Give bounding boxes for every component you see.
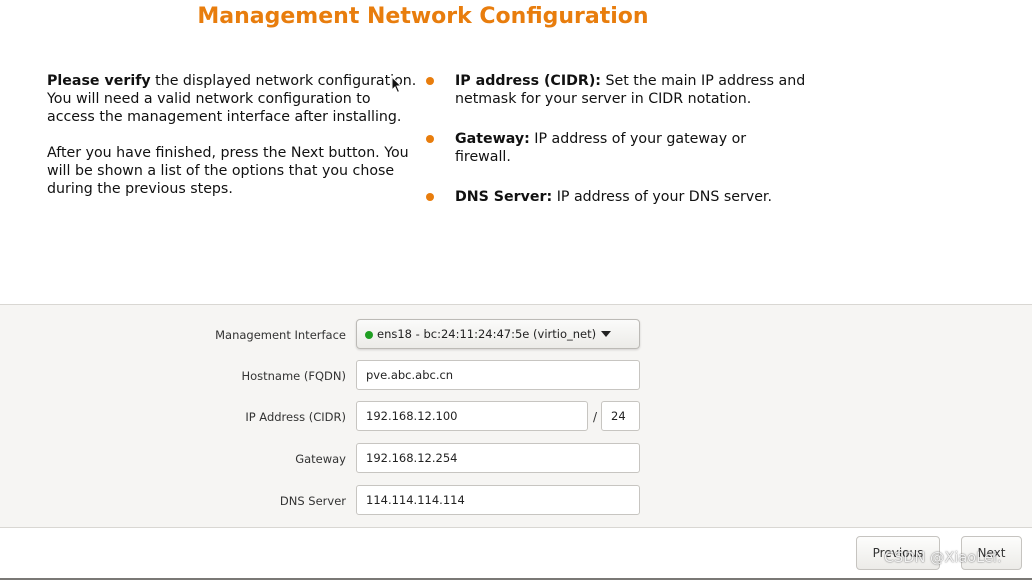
help-bullet-ip: IP address (CIDR): Set the main IP addre…	[426, 72, 806, 108]
management-interface-value: ens18 - bc:24:11:24:47:5e (virtio_net)	[377, 327, 597, 341]
row-management-interface: Management Interface ens18 - bc:24:11:24…	[0, 319, 1032, 351]
gateway-input[interactable]: 192.168.12.254	[356, 443, 640, 473]
link-status-icon	[365, 331, 373, 339]
intro-text: Please verify the displayed network conf…	[47, 72, 419, 216]
page-title: Management Network Configuration	[197, 4, 649, 29]
ip-address-input[interactable]: 192.168.12.100	[356, 401, 588, 431]
dns-server-label: DNS Server	[279, 494, 346, 508]
help-bullet-term: IP address (CIDR):	[455, 73, 601, 89]
row-ip-address: IP Address (CIDR) 192.168.12.100 / 24	[0, 401, 1032, 433]
chevron-down-icon	[601, 331, 612, 337]
gateway-label: Gateway	[295, 452, 346, 466]
help-bullet-list: IP address (CIDR): Set the main IP addre…	[426, 72, 806, 206]
ip-address-label: IP Address (CIDR)	[245, 410, 346, 424]
bullet-dot-icon	[426, 77, 434, 85]
management-interface-label: Management Interface	[215, 328, 346, 342]
help-bullet-gateway: Gateway: IP address of your gateway or f…	[426, 130, 806, 166]
help-bullet-dns: DNS Server: IP address of your DNS serve…	[426, 188, 806, 206]
network-form-panel: Management Interface ens18 - bc:24:11:24…	[0, 304, 1032, 528]
help-bullet-term: Gateway:	[455, 131, 530, 147]
intro-paragraph-1: Please verify the displayed network conf…	[47, 72, 419, 126]
intro-paragraph-2: After you have finished, press the Next …	[47, 145, 409, 197]
help-bullet-term: DNS Server:	[455, 189, 553, 205]
help-bullet-text: IP address of your DNS server.	[552, 189, 772, 205]
intro-emphasis: Please verify	[47, 73, 151, 89]
row-dns-server: DNS Server 114.114.114.114	[0, 485, 1032, 517]
bullet-dot-icon	[426, 135, 434, 143]
cidr-separator: /	[592, 410, 598, 424]
mouse-pointer-icon	[391, 76, 403, 94]
cidr-mask-input[interactable]: 24	[601, 401, 640, 431]
dns-server-input[interactable]: 114.114.114.114	[356, 485, 640, 515]
management-interface-select[interactable]: ens18 - bc:24:11:24:47:5e (virtio_net)	[356, 319, 640, 349]
hostname-input[interactable]: pve.abc.abc.cn	[356, 360, 640, 390]
row-gateway: Gateway 192.168.12.254	[0, 443, 1032, 475]
bullet-dot-icon	[426, 193, 434, 201]
watermark: CSDN @XiaoLei.	[884, 550, 1002, 566]
row-hostname: Hostname (FQDN) pve.abc.abc.cn	[0, 360, 1032, 392]
hostname-label: Hostname (FQDN)	[241, 369, 346, 383]
